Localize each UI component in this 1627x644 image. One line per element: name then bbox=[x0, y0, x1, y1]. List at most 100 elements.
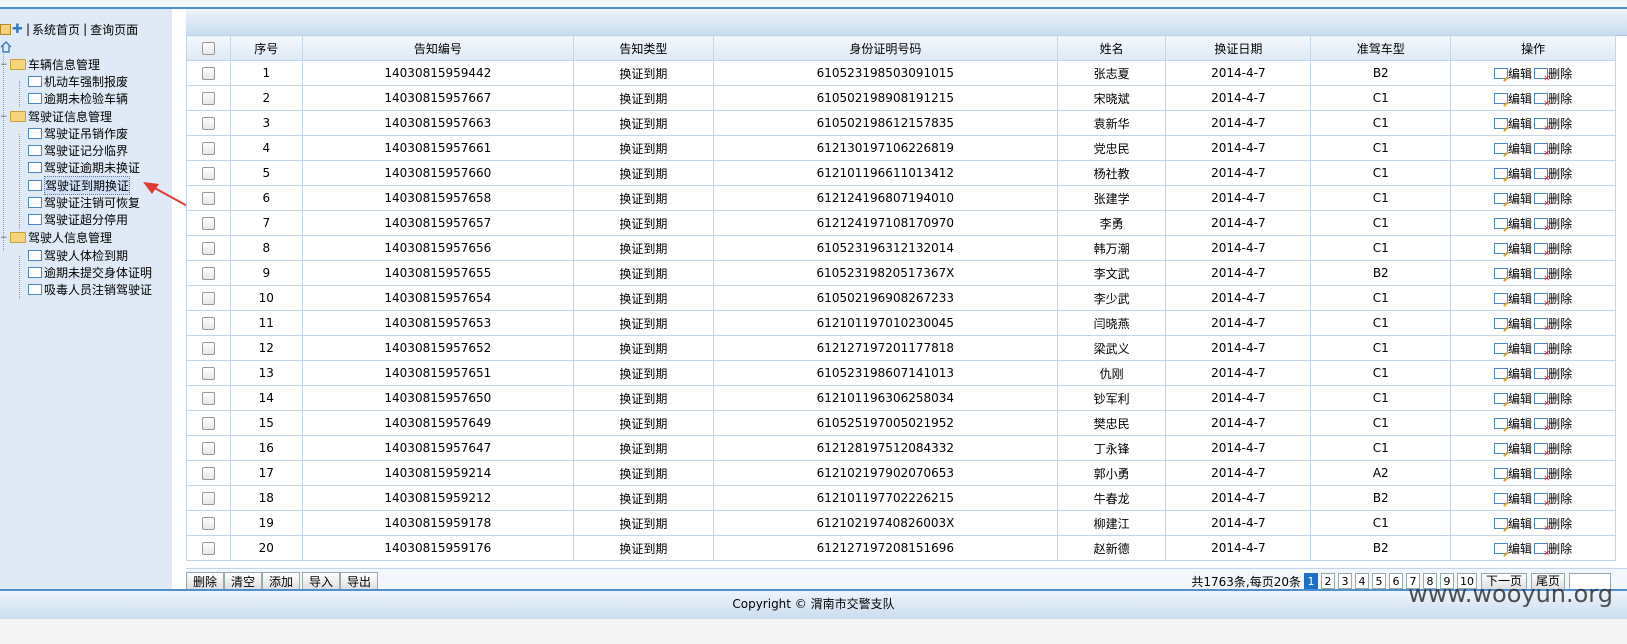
edit-icon[interactable] bbox=[1494, 267, 1509, 279]
edit-link[interactable]: 编辑 bbox=[1508, 515, 1532, 532]
home-icon[interactable] bbox=[0, 41, 12, 53]
delete-link[interactable]: 删除 bbox=[1548, 65, 1572, 82]
collapse-toggle-icon[interactable]: − bbox=[0, 112, 8, 122]
page-number-link[interactable]: 2 bbox=[1320, 573, 1335, 589]
edit-link[interactable]: 编辑 bbox=[1508, 390, 1532, 407]
row-select-cell[interactable] bbox=[186, 335, 231, 361]
row-checkbox[interactable] bbox=[201, 242, 215, 255]
delete-icon[interactable] bbox=[1534, 342, 1550, 358]
delete-link[interactable]: 删除 bbox=[1548, 315, 1572, 332]
clear-button[interactable]: 清空 bbox=[224, 572, 263, 590]
delete-link[interactable]: 删除 bbox=[1548, 365, 1572, 382]
delete-icon[interactable] bbox=[1534, 442, 1550, 458]
delete-link[interactable]: 删除 bbox=[1548, 440, 1572, 457]
tree-group-driver[interactable]: − 驾驶人信息管理 bbox=[0, 229, 112, 246]
row-select-cell[interactable] bbox=[186, 310, 231, 336]
column-header[interactable]: 姓名 bbox=[1056, 35, 1167, 61]
column-header[interactable]: 告知类型 bbox=[572, 35, 714, 61]
delete-link[interactable]: 删除 bbox=[1548, 340, 1572, 357]
edit-link[interactable]: 编辑 bbox=[1508, 465, 1532, 482]
delete-link[interactable]: 删除 bbox=[1548, 115, 1572, 132]
row-checkbox[interactable] bbox=[201, 192, 215, 205]
delete-link[interactable]: 删除 bbox=[1548, 265, 1572, 282]
row-checkbox[interactable] bbox=[201, 342, 215, 355]
edit-link[interactable]: 编辑 bbox=[1508, 440, 1532, 457]
delete-icon[interactable] bbox=[1534, 167, 1550, 183]
column-header[interactable]: 准驾车型 bbox=[1310, 35, 1452, 61]
row-select-cell[interactable] bbox=[186, 510, 231, 536]
delete-icon[interactable] bbox=[1534, 292, 1550, 308]
edit-icon[interactable] bbox=[1494, 67, 1509, 79]
delete-link[interactable]: 删除 bbox=[1548, 215, 1572, 232]
export-button[interactable]: 导出 bbox=[340, 572, 379, 590]
delete-icon[interactable] bbox=[1534, 367, 1550, 383]
row-checkbox[interactable] bbox=[201, 542, 215, 555]
row-select-cell[interactable] bbox=[186, 385, 231, 411]
page-number-link[interactable]: 1 bbox=[1303, 573, 1318, 589]
edit-icon[interactable] bbox=[1494, 392, 1509, 404]
row-select-cell[interactable] bbox=[186, 135, 231, 161]
edit-link[interactable]: 编辑 bbox=[1508, 65, 1532, 82]
tree-item[interactable]: 逾期未检验车辆 bbox=[28, 90, 128, 107]
delete-icon[interactable] bbox=[1534, 217, 1550, 233]
edit-link[interactable]: 编辑 bbox=[1508, 140, 1532, 157]
delete-icon[interactable] bbox=[1534, 92, 1550, 108]
edit-link[interactable]: 编辑 bbox=[1508, 115, 1532, 132]
column-header[interactable]: 告知编号 bbox=[301, 35, 574, 61]
delete-link[interactable]: 删除 bbox=[1548, 140, 1572, 157]
tree-item[interactable]: 驾驶证逾期未换证 bbox=[28, 159, 140, 176]
delete-icon[interactable] bbox=[1534, 142, 1550, 158]
edit-icon[interactable] bbox=[1494, 342, 1509, 354]
row-checkbox[interactable] bbox=[201, 267, 215, 280]
edit-icon[interactable] bbox=[1494, 542, 1509, 554]
delete-link[interactable]: 删除 bbox=[1548, 465, 1572, 482]
edit-icon[interactable] bbox=[1494, 192, 1509, 204]
tree-item[interactable]: 驾驶证记分临界 bbox=[28, 142, 128, 159]
edit-link[interactable]: 编辑 bbox=[1508, 240, 1532, 257]
row-checkbox[interactable] bbox=[201, 142, 215, 155]
edit-link[interactable]: 编辑 bbox=[1508, 490, 1532, 507]
tree-group-license[interactable]: − 驾驶证信息管理 bbox=[0, 108, 112, 125]
row-checkbox[interactable] bbox=[201, 492, 215, 505]
edit-icon[interactable] bbox=[1494, 367, 1509, 379]
edit-link[interactable]: 编辑 bbox=[1508, 540, 1532, 557]
delete-link[interactable]: 删除 bbox=[1548, 90, 1572, 107]
row-select-cell[interactable] bbox=[186, 85, 231, 111]
expand-icon[interactable]: ✚ bbox=[12, 23, 23, 36]
edit-icon[interactable] bbox=[1494, 442, 1509, 454]
delete-link[interactable]: 删除 bbox=[1548, 415, 1572, 432]
collapse-icon[interactable] bbox=[0, 23, 11, 35]
row-select-cell[interactable] bbox=[186, 285, 231, 311]
edit-icon[interactable] bbox=[1494, 517, 1509, 529]
page-number-link[interactable]: 3 bbox=[1337, 573, 1352, 589]
row-checkbox[interactable] bbox=[201, 517, 215, 530]
row-select-cell[interactable] bbox=[186, 60, 231, 86]
row-checkbox[interactable] bbox=[201, 92, 215, 105]
row-checkbox[interactable] bbox=[201, 367, 215, 380]
row-checkbox[interactable] bbox=[201, 317, 215, 330]
page-number-link[interactable]: 6 bbox=[1388, 573, 1403, 589]
row-select-cell[interactable] bbox=[186, 210, 231, 236]
edit-link[interactable]: 编辑 bbox=[1508, 415, 1532, 432]
page-number-link[interactable]: 4 bbox=[1354, 573, 1369, 589]
row-select-cell[interactable] bbox=[186, 435, 231, 461]
delete-link[interactable]: 删除 bbox=[1548, 240, 1572, 257]
row-select-cell[interactable] bbox=[186, 360, 231, 386]
row-select-cell[interactable] bbox=[186, 185, 231, 211]
delete-link[interactable]: 删除 bbox=[1548, 290, 1572, 307]
edit-link[interactable]: 编辑 bbox=[1508, 190, 1532, 207]
delete-link[interactable]: 删除 bbox=[1548, 390, 1572, 407]
edit-icon[interactable] bbox=[1494, 417, 1509, 429]
add-button[interactable]: 添加 bbox=[262, 572, 301, 590]
delete-link[interactable]: 删除 bbox=[1548, 515, 1572, 532]
tree-item[interactable]: 驾驶证注销可恢复 bbox=[28, 194, 140, 211]
edit-link[interactable]: 编辑 bbox=[1508, 165, 1532, 182]
row-checkbox[interactable] bbox=[201, 442, 215, 455]
edit-link[interactable]: 编辑 bbox=[1508, 365, 1532, 382]
row-select-cell[interactable] bbox=[186, 260, 231, 286]
row-select-cell[interactable] bbox=[186, 485, 231, 511]
delete-icon[interactable] bbox=[1534, 242, 1550, 258]
edit-icon[interactable] bbox=[1494, 92, 1509, 104]
row-select-cell[interactable] bbox=[186, 160, 231, 186]
tree-item-selected[interactable]: 驾驶证到期换证 bbox=[28, 176, 131, 195]
